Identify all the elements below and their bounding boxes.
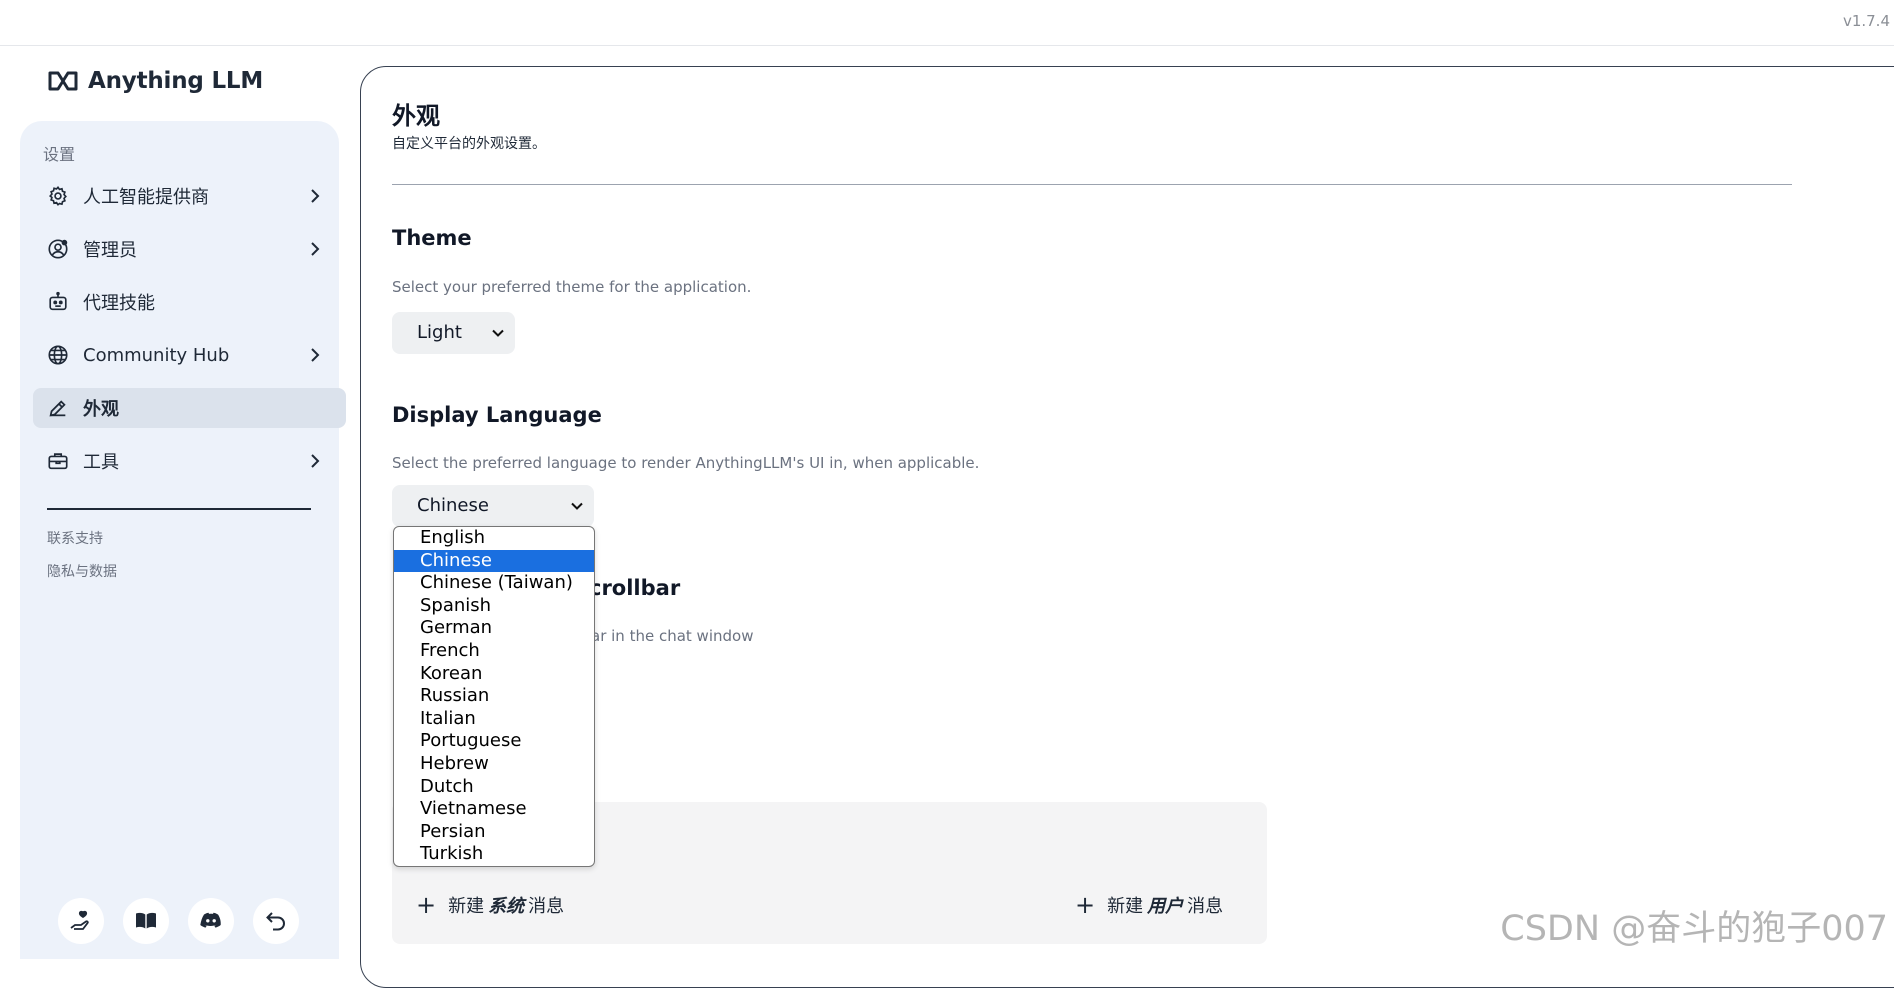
chevron-down-icon [492,329,504,337]
language-option[interactable]: Chinese (Taiwan) [394,572,594,594]
language-option[interactable]: Turkish [394,843,594,865]
language-option[interactable]: Italian [394,708,594,730]
language-option[interactable]: Hebrew [394,753,594,775]
language-option[interactable]: French [394,640,594,662]
language-option[interactable]: Portuguese [394,730,594,752]
contact-support-link[interactable]: 联系支持 [47,528,103,548]
sidebar-item-community-hub[interactable]: Community Hub [33,335,346,375]
sidebar-item-ai-providers[interactable]: 人工智能提供商 [33,176,346,216]
pencil-icon [49,400,66,417]
language-section-description: Select the preferred language to render … [392,454,980,472]
gear-icon [49,185,67,206]
chevron-right-icon [311,189,320,203]
briefcase-icon [48,453,68,470]
scrollbar-section-title: crollbar [589,576,681,600]
settings-sidebar: 设置 人工智能提供商 管理员 代理技能 Community Hub 外观 工具 … [20,121,346,959]
language-option[interactable]: English [394,527,594,549]
sidebar-divider [47,508,311,510]
robot-icon [49,291,67,311]
scrollbar-section-description: ar in the chat window [591,627,754,645]
new-user-suffix: 消息 [1187,896,1224,917]
new-user-bold: 用户 [1147,896,1184,917]
language-option[interactable]: German [394,617,594,639]
language-option[interactable]: Vietnamese [394,798,594,820]
chevron-down-icon [571,502,583,510]
chevron-right-icon [311,454,320,468]
discord-icon [200,912,221,928]
sidebar-item-label: 外观 [83,399,119,420]
undo-arrow-icon [266,912,285,931]
language-option[interactable]: Persian [394,821,594,843]
book-open-icon [136,912,156,929]
globe-icon [48,345,68,365]
theme-select-value: Light [417,322,462,343]
app-logo[interactable]: Anything LLM [47,68,263,94]
sidebar-heading: 设置 [43,145,76,164]
version-label: v1.7.4 [1842,12,1890,30]
language-select-value: Chinese [417,495,489,516]
user-circle-gear-icon [48,239,68,259]
section-divider [392,184,1792,185]
sidebar-item-tools[interactable]: 工具 [33,441,346,481]
sidebar-item-agent-skills[interactable]: 代理技能 [33,282,346,322]
new-system-bold: 系统 [488,896,525,917]
back-button[interactable] [253,898,299,944]
sidebar-item-label: 人工智能提供商 [83,187,209,208]
language-section-title: Display Language [392,403,602,427]
language-option[interactable]: Russian [394,685,594,707]
sidebar-item-admin[interactable]: 管理员 [33,229,346,269]
anythingllm-logo-icon [48,71,78,91]
docs-button[interactable] [123,898,169,944]
page-subtitle: 自定义平台的外观设置。 [392,136,546,152]
sidebar-item-label: Community Hub [83,344,230,366]
hand-heart-icon [70,910,89,930]
language-select[interactable]: Chinese [392,485,594,527]
support-button[interactable] [58,898,104,944]
new-user-message-button[interactable]: + 新建 用户 消息 [1075,892,1223,918]
language-option[interactable]: Dutch [394,776,594,798]
privacy-data-link[interactable]: 隐私与数据 [47,561,117,581]
theme-section-description: Select your preferred theme for the appl… [392,278,752,296]
sidebar-item-label: 工具 [83,452,119,473]
sidebar-item-label: 代理技能 [83,293,155,314]
top-bar: v1.7.4 [0,0,1894,46]
language-option-selected[interactable]: Chinese [394,550,594,572]
language-option[interactable]: Spanish [394,595,594,617]
plus-icon: + [1075,891,1096,919]
sidebar-item-appearance[interactable]: 外观 [33,388,346,428]
discord-button[interactable] [188,898,234,944]
watermark: CSDN @奋斗的狍子007 [1500,909,1888,949]
theme-section-title: Theme [392,226,472,250]
new-system-message-button[interactable]: + 新建 系统 消息 [416,892,564,918]
language-dropdown-list[interactable]: English Chinese Chinese (Taiwan) Spanish… [393,526,595,867]
plus-icon: + [416,891,437,919]
sidebar-item-label: 管理员 [83,240,137,261]
chevron-right-icon [311,242,320,256]
new-user-prefix: 新建 [1107,896,1144,917]
new-system-prefix: 新建 [448,896,485,917]
new-system-suffix: 消息 [528,896,565,917]
page-title: 外观 [392,102,440,130]
chevron-right-icon [311,348,320,362]
language-option[interactable]: Korean [394,663,594,685]
theme-select[interactable]: Light [392,312,515,354]
logo-text: Anything LLM [88,68,264,94]
